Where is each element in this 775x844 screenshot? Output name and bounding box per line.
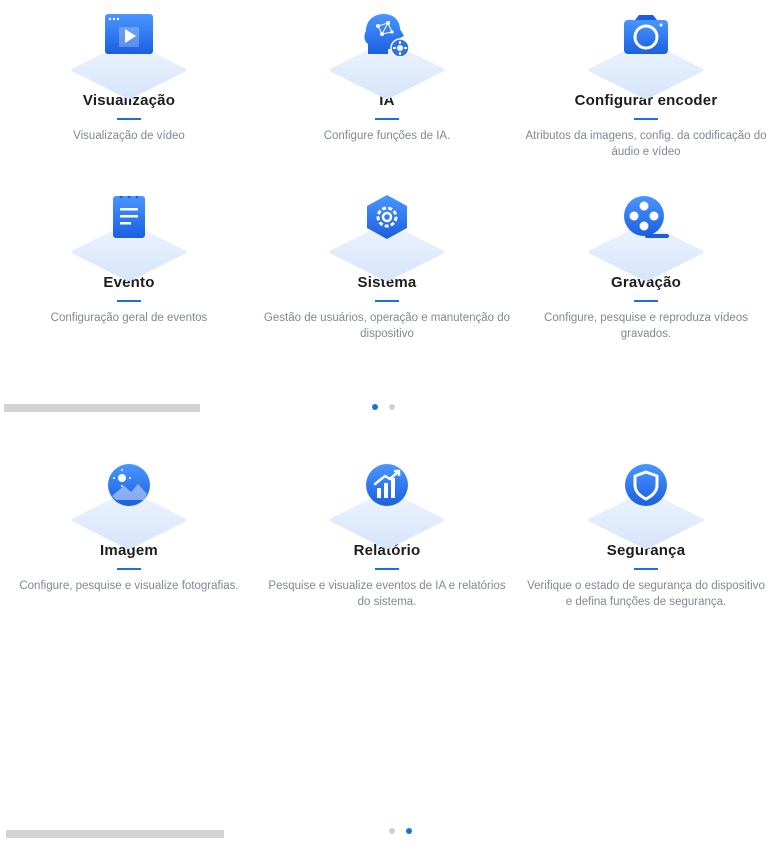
page-dot-1[interactable] <box>389 828 395 834</box>
tile-description: Pesquise e visualize eventos de IA e rel… <box>268 580 506 608</box>
tile-description: Visualização de vídeo <box>73 130 185 142</box>
page-dot-1[interactable] <box>372 404 378 410</box>
tile-evento[interactable]: Evento Configuração geral de eventos <box>0 182 258 326</box>
page-dot-2[interactable] <box>389 404 395 410</box>
horizontal-scrollbar[interactable] <box>4 404 200 412</box>
image-icon <box>108 464 150 506</box>
page-dot-2[interactable] <box>406 828 412 834</box>
title-underline <box>375 300 399 302</box>
tile-description: Gestão de usuários, operação e manutençã… <box>263 312 511 340</box>
tile-description: Configuração geral de eventos <box>50 312 208 324</box>
tile-visualizacao[interactable]: Visualização Visualização de vídeo <box>0 0 258 144</box>
system-gear-icon <box>367 195 407 239</box>
menu-page-1: Visualização Visualização de vídeo IA Co… <box>0 0 775 420</box>
menu-page-2: Imagem Configure, pesquise e visualize f… <box>0 420 775 844</box>
title-underline <box>634 568 658 570</box>
event-document-icon <box>113 195 145 238</box>
tile-relatorio[interactable]: Relatório Pesquise e visualize eventos d… <box>258 450 516 610</box>
tile-gravacao[interactable]: Gravação Configure, pesquise e reproduza… <box>517 182 775 342</box>
shield-icon <box>625 464 667 506</box>
title-underline <box>634 300 658 302</box>
tile-description: Atributos da imagens, config. da codific… <box>525 130 767 158</box>
tile-seguranca[interactable]: Segurança Verifique o estado de seguranç… <box>517 450 775 610</box>
live-view-icon <box>105 14 153 54</box>
ai-head-icon <box>364 14 410 58</box>
tile-configurar-encoder[interactable]: Configurar encoder Atributos da imagens,… <box>517 0 775 160</box>
report-chart-icon <box>366 464 408 506</box>
tile-description: Verifique o estado de segurança do dispo… <box>527 580 765 608</box>
tile-description: Configure, pesquise e reproduza vídeos g… <box>544 312 748 340</box>
title-underline <box>375 118 399 120</box>
tile-description: Configure, pesquise e visualize fotograf… <box>19 580 239 592</box>
title-underline <box>117 300 141 302</box>
tile-description: Configure funções de IA. <box>323 130 451 142</box>
tile-imagem[interactable]: Imagem Configure, pesquise e visualize f… <box>0 450 258 594</box>
title-underline <box>117 118 141 120</box>
title-underline <box>117 568 141 570</box>
pagination-dots <box>372 404 395 410</box>
film-reel-icon <box>624 196 669 238</box>
pagination-dots <box>389 828 412 834</box>
tile-sistema[interactable]: Sistema Gestão de usuários, operação e m… <box>238 182 536 342</box>
camera-icon <box>624 15 668 54</box>
horizontal-scrollbar[interactable] <box>6 830 224 838</box>
tile-ia[interactable]: IA Configure funções de IA. <box>258 0 516 144</box>
title-underline <box>634 118 658 120</box>
title-underline <box>375 568 399 570</box>
